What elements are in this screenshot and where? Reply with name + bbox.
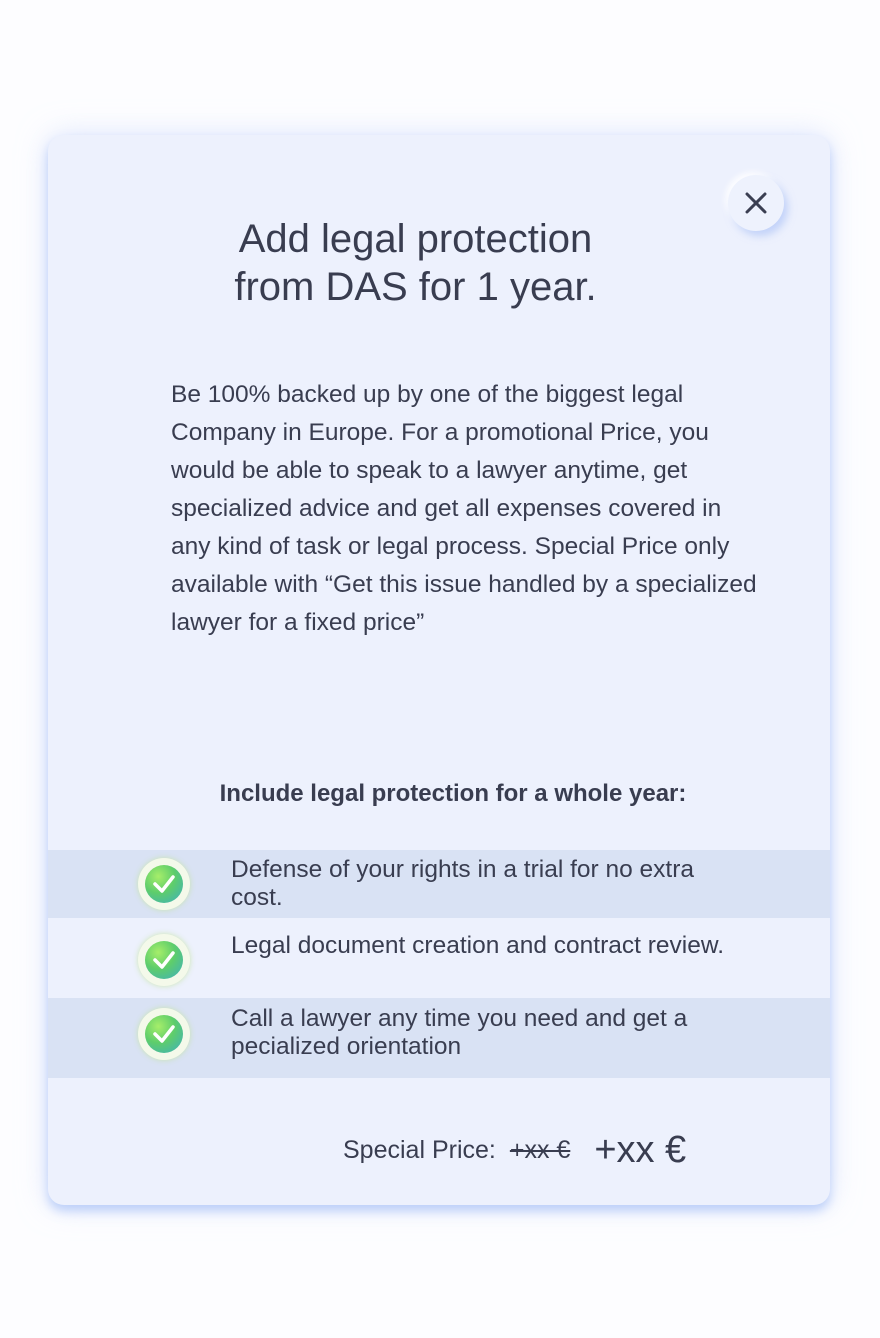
feature-text: Call a lawyer any time you need and get …	[231, 1005, 688, 1060]
feature-text: Defense of your rights in a trial for no…	[231, 856, 694, 911]
special-price-value: +xx €	[594, 1128, 687, 1171]
includes-heading: Include legal protection for a whole yea…	[219, 780, 687, 807]
feature-text: Legal document creation and contract rev…	[231, 932, 725, 959]
check-circle-icon	[138, 1008, 190, 1060]
feature-item-document-creation: Legal document creation and contract rev…	[48, 918, 830, 998]
check-circle-icon	[138, 858, 190, 910]
feature-list: Defense of your rights in a trial for no…	[48, 850, 830, 1078]
special-price-row: Special Price: +xx € +xx €	[343, 1125, 686, 1175]
dialog-title: Add legal protection from DAS for 1 year…	[48, 215, 783, 311]
dialog-title-line1: Add legal protection	[238, 217, 593, 261]
check-circle-icon	[138, 934, 190, 986]
feature-item-trial-defense: Defense of your rights in a trial for no…	[48, 850, 830, 918]
legal-protection-dialog: Add legal protection from DAS for 1 year…	[48, 135, 830, 1205]
feature-item-call-lawyer: Call a lawyer any time you need and get …	[48, 998, 830, 1078]
close-icon[interactable]	[744, 191, 768, 215]
dialog-title-line2: from DAS for 1 year.	[234, 265, 597, 309]
special-price-label: Special Price:	[343, 1135, 496, 1164]
dialog-description: Be 100% backed up by one of the biggest …	[171, 381, 757, 636]
original-price: +xx €	[509, 1135, 571, 1164]
